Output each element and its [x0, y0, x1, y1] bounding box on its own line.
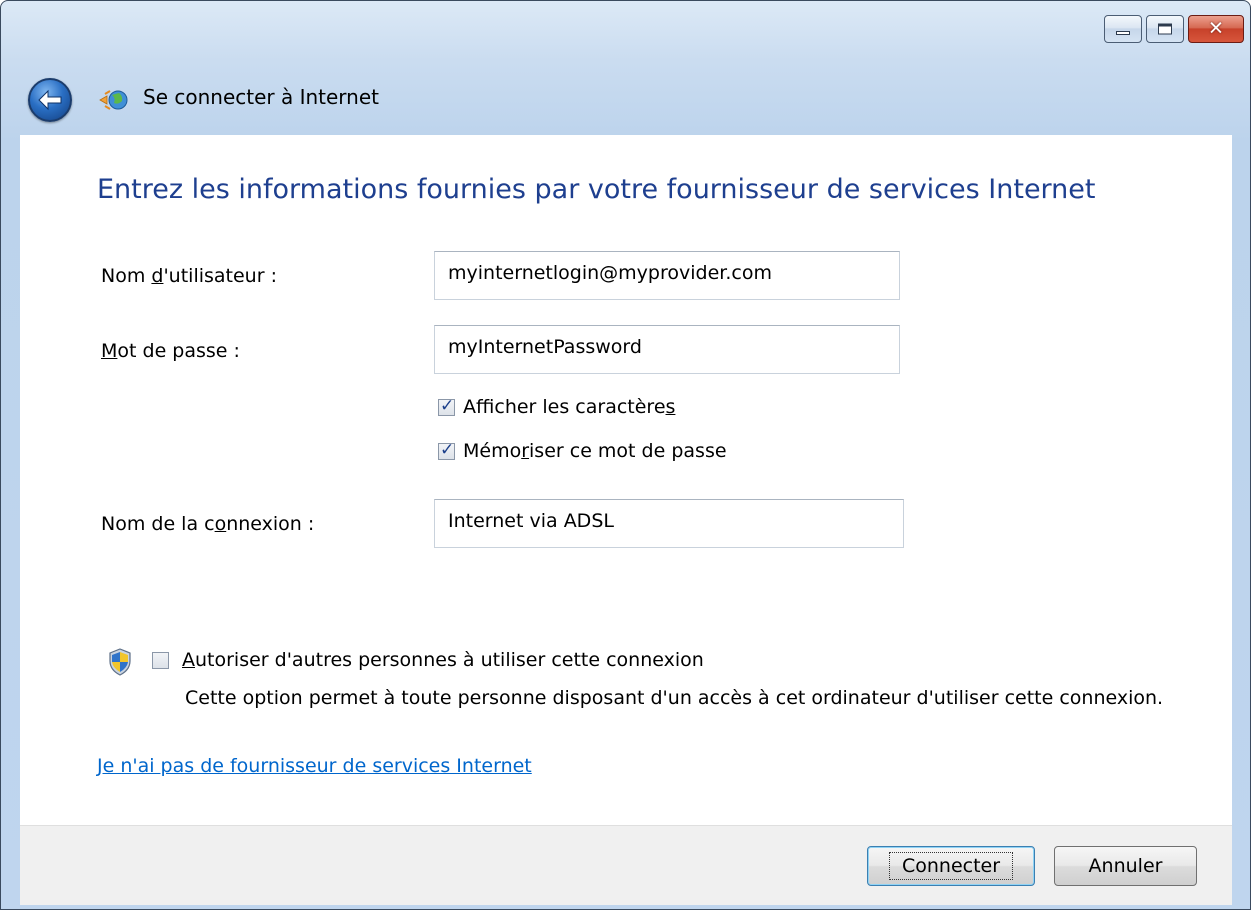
allow-others-text: utoriser d'autres personnes à utiliser c… [195, 649, 704, 671]
connect-button[interactable]: Connecter [867, 846, 1035, 886]
cancel-button[interactable]: Annuler [1054, 846, 1197, 886]
dialog-window: ✕ Se connecter à Internet Entrez les inf… [0, 0, 1251, 910]
checkmark-icon: ✓ [440, 395, 455, 416]
connection-label-accesskey: o [214, 513, 227, 535]
show-characters-row[interactable]: ✓ Afficher les caractère s [438, 396, 675, 418]
window-title: Se connecter à Internet [143, 85, 379, 109]
page-heading: Entrez les informations fournies par vot… [97, 174, 1096, 205]
password-label-text: ot de passe : [117, 340, 240, 362]
username-field[interactable]: myinternetlogin@myprovider.com [434, 251, 900, 300]
connection-label-text-2: nnexion : [226, 513, 315, 535]
username-label-text-1: Nom [101, 265, 152, 287]
connection-label-text-1: Nom de la c [101, 513, 215, 535]
remember-password-text-2: iser ce mot de passe [529, 440, 727, 462]
username-label-accesskey: d [151, 265, 164, 287]
remember-password-row[interactable]: ✓ Mémo r iser ce mot de passe [438, 440, 727, 462]
no-provider-link[interactable]: Je n'ai pas de fournisseur de services I… [97, 755, 532, 777]
connection-name-field[interactable]: Internet via ADSL [434, 499, 904, 548]
show-characters-accesskey: s [665, 396, 676, 418]
remember-password-text-1: Mémo [463, 440, 522, 462]
close-button[interactable]: ✕ [1188, 15, 1244, 43]
password-label: Mot de passe : [101, 340, 240, 362]
uac-shield-icon [109, 648, 131, 676]
username-label: Nom d'utilisateur : [101, 265, 277, 287]
content-panel [20, 135, 1232, 825]
allow-others-accesskey: A [182, 649, 195, 671]
password-label-accesskey: M [101, 340, 118, 362]
remember-password-checkbox[interactable]: ✓ [438, 439, 455, 460]
connection-name-label: Nom de la connexion : [101, 513, 314, 535]
back-arrow-icon [38, 89, 62, 111]
connect-button-label: Connecter [888, 852, 1014, 880]
password-field[interactable]: myInternetPassword [434, 325, 900, 374]
close-icon: ✕ [1208, 17, 1224, 40]
remember-password-accesskey: r [521, 440, 530, 462]
allow-others-checkbox[interactable] [152, 651, 169, 669]
maximize-icon [1158, 23, 1172, 35]
maximize-button[interactable] [1146, 15, 1184, 43]
checkmark-icon: ✓ [440, 439, 455, 460]
network-connection-icon [99, 90, 128, 110]
show-characters-text: Afficher les caractère [463, 396, 666, 418]
allow-others-description: Cette option permet à toute personne dis… [185, 687, 1164, 709]
minimize-button[interactable] [1104, 15, 1142, 43]
username-label-text-2: 'utilisateur : [163, 265, 277, 287]
caption-buttons: ✕ [1104, 15, 1244, 43]
back-button[interactable] [28, 78, 72, 122]
show-characters-checkbox[interactable]: ✓ [438, 395, 455, 416]
footer-panel [20, 825, 1232, 905]
minimize-icon [1116, 31, 1130, 35]
allow-others-row[interactable]: Autoriser d'autres personnes à utiliser … [152, 649, 704, 671]
